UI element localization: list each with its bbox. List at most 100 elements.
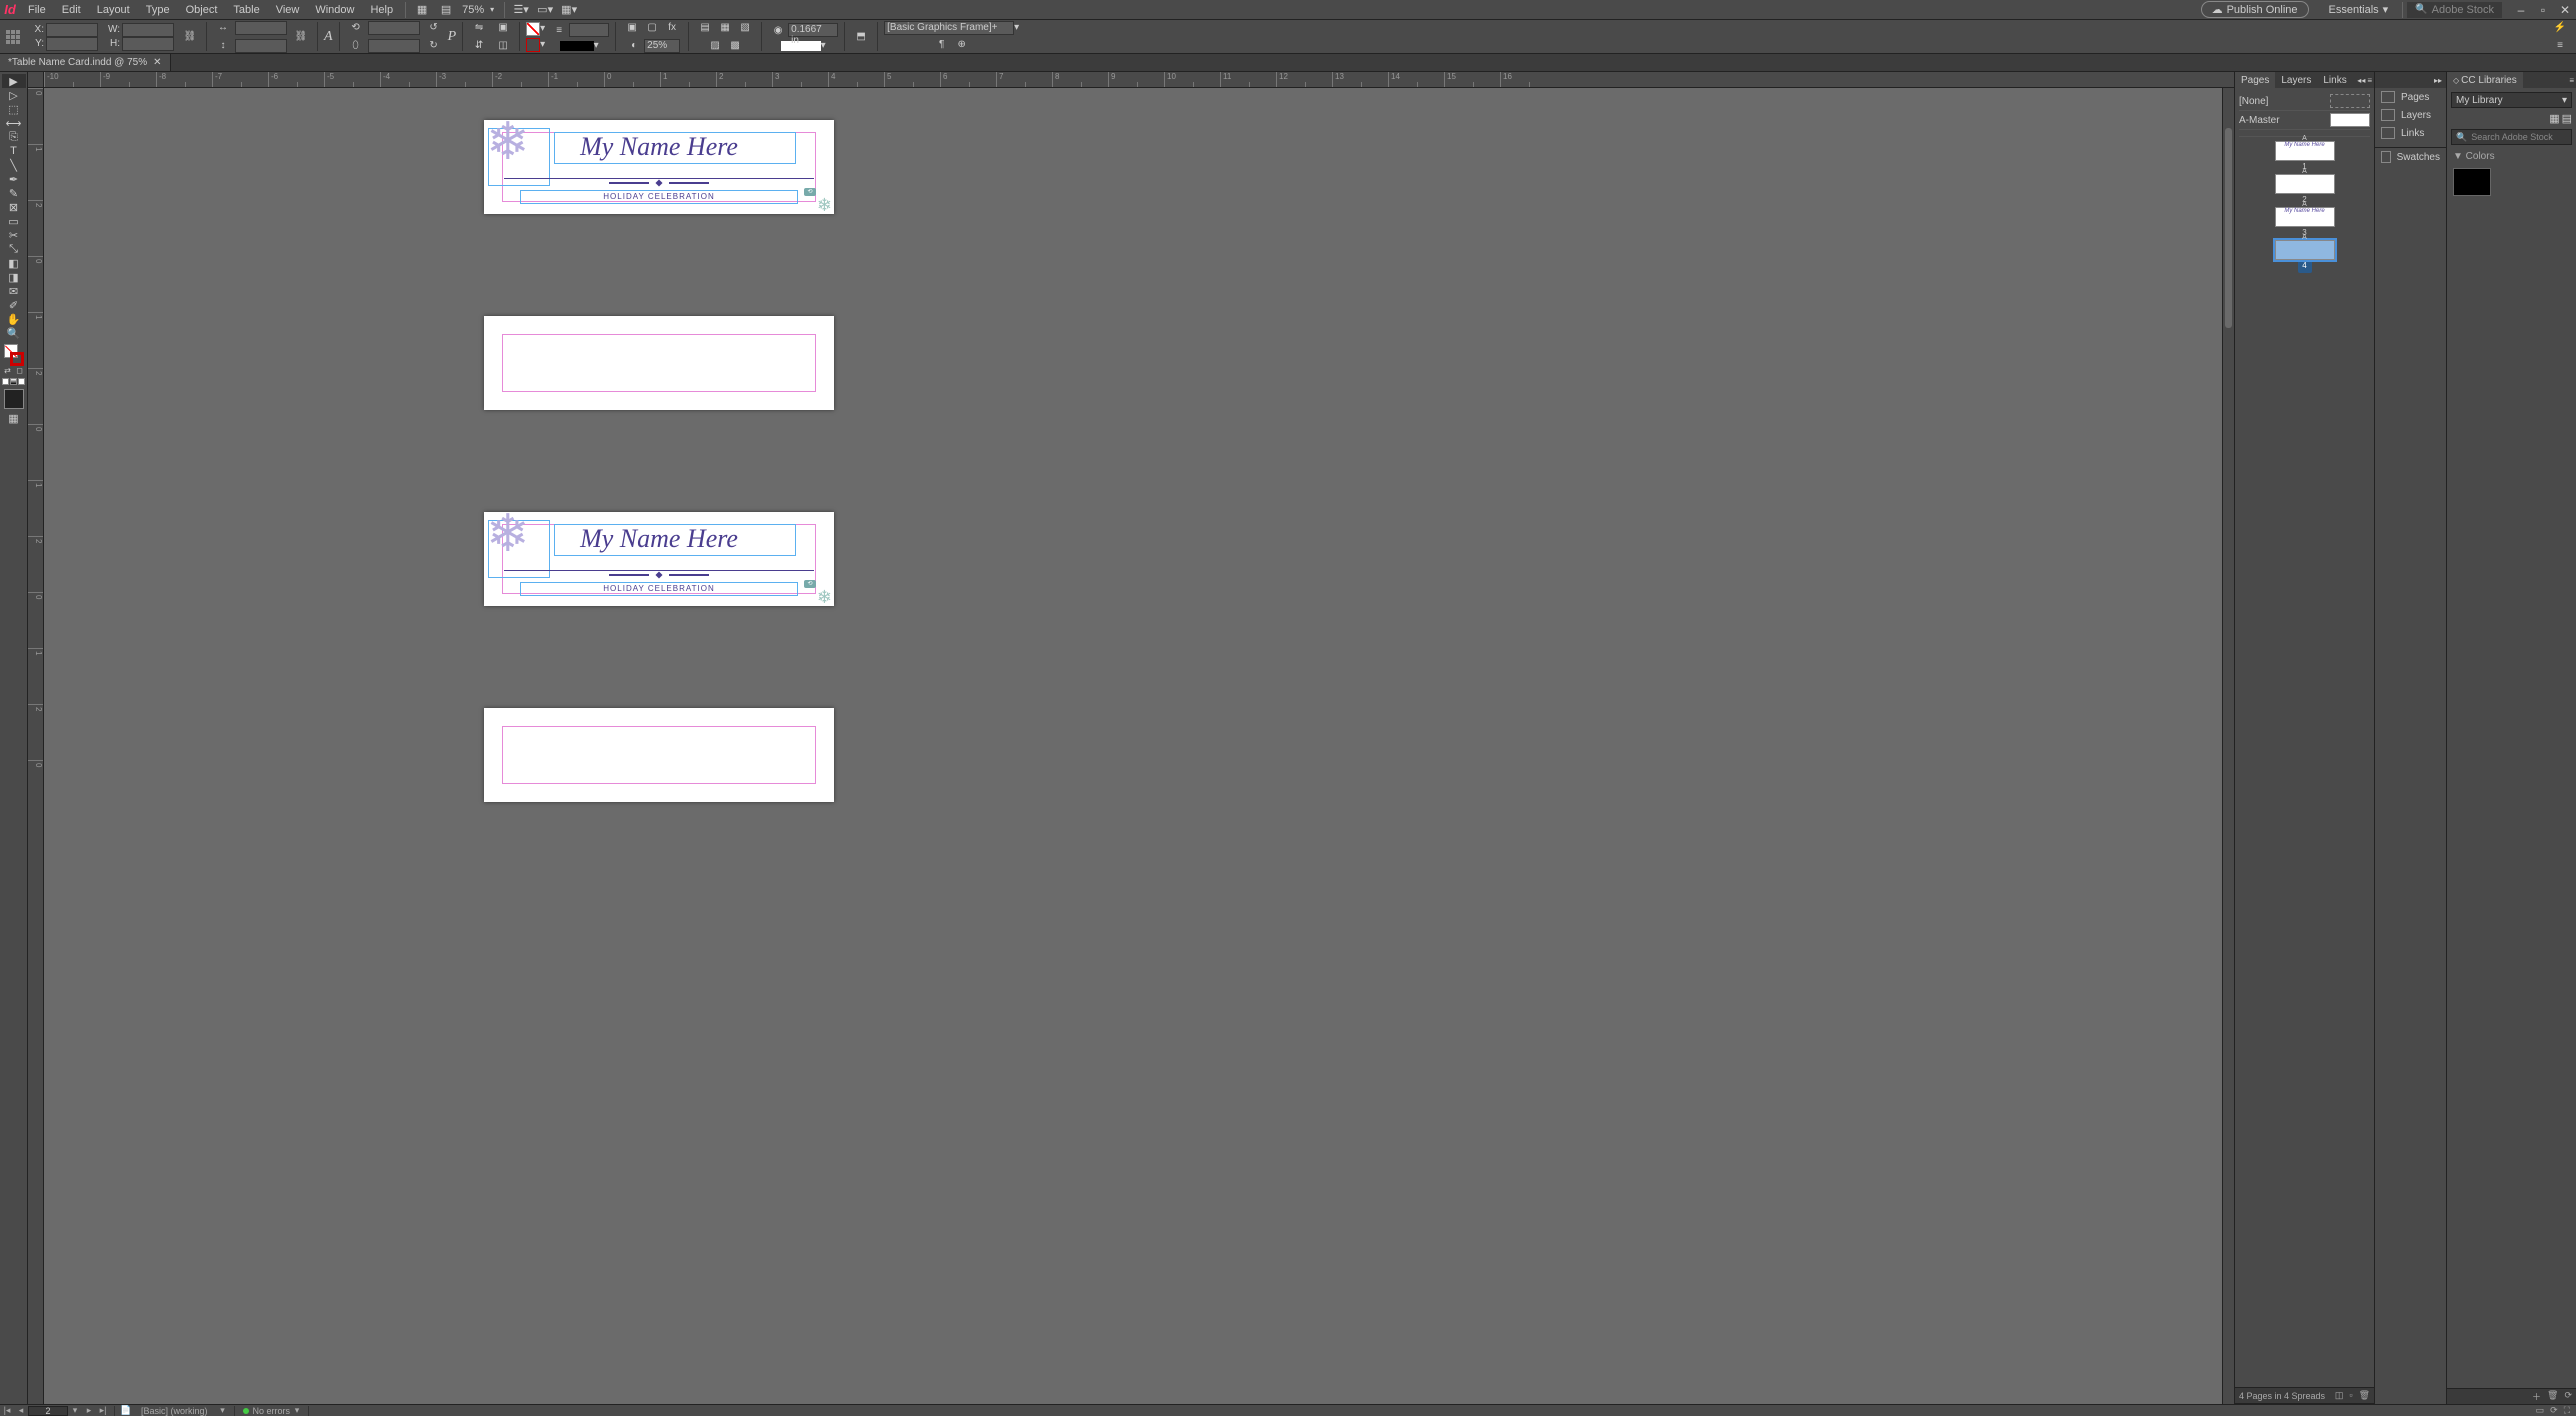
selection-tool[interactable]: ▶ bbox=[2, 74, 26, 88]
ruler-origin[interactable] bbox=[28, 72, 44, 88]
page-thumb-1[interactable]: AMy Name Here bbox=[2275, 141, 2335, 161]
screen-mode-icon[interactable]: ▭▾ bbox=[537, 2, 553, 18]
apply-color-row[interactable] bbox=[2, 378, 26, 385]
x-input[interactable] bbox=[46, 23, 98, 37]
menu-type[interactable]: Type bbox=[138, 4, 178, 16]
adobe-stock-search[interactable]: 🔍 Adobe Stock bbox=[2407, 2, 2502, 18]
panel-menu-icon[interactable]: ≡ bbox=[2367, 76, 2372, 85]
rectangle-frame-tool[interactable]: ⊠ bbox=[2, 200, 26, 214]
bridge-icon[interactable]: ▦ bbox=[414, 2, 430, 18]
type-tool[interactable]: T bbox=[2, 144, 26, 158]
stroke-style-dropdown-icon[interactable]: ▾ bbox=[594, 40, 599, 51]
menu-object[interactable]: Object bbox=[178, 4, 226, 16]
menu-layout[interactable]: Layout bbox=[89, 4, 138, 16]
close-button[interactable]: ✕ bbox=[2554, 3, 2576, 17]
arrange-docs-icon[interactable]: ▦▾ bbox=[561, 2, 577, 18]
minimize-button[interactable]: ‒ bbox=[2510, 3, 2532, 17]
opacity-input[interactable]: 25% bbox=[644, 39, 680, 53]
link-badge-icon[interactable]: ⟲ bbox=[804, 580, 816, 588]
rotate-cw-icon[interactable]: ↻ bbox=[426, 38, 442, 54]
line-tool[interactable]: ╲ bbox=[2, 158, 26, 172]
gradient-swatch-tool[interactable]: ◧ bbox=[2, 256, 26, 270]
scale-y-input[interactable] bbox=[235, 39, 287, 53]
zoom-level[interactable]: 75% bbox=[458, 4, 488, 16]
canvas[interactable]: -10-9-8-7-6-5-4-3-2-10123456789101112131… bbox=[28, 72, 2234, 1404]
wrap-jump-icon[interactable]: ▨ bbox=[707, 38, 723, 54]
align-top-icon[interactable]: ⬒ bbox=[853, 29, 869, 45]
menu-help[interactable]: Help bbox=[362, 4, 401, 16]
collapsed-layers[interactable]: Layers bbox=[2375, 106, 2446, 124]
status-cloud-icon[interactable]: ⟳ bbox=[2550, 1405, 2558, 1416]
collapsed-pages[interactable]: Pages bbox=[2375, 88, 2446, 106]
object-style-select[interactable]: [Basic Graphics Frame]+ bbox=[884, 21, 1014, 35]
link-badge-icon[interactable]: ⟲ bbox=[804, 188, 816, 196]
wrap-none-icon[interactable]: ▤ bbox=[697, 20, 713, 36]
horizontal-ruler[interactable]: -10-9-8-7-6-5-4-3-2-10123456789101112131… bbox=[44, 72, 2234, 88]
wrap-shape-icon[interactable]: ▧ bbox=[737, 20, 753, 36]
fill-dropdown-icon[interactable]: ▾ bbox=[540, 23, 545, 34]
rotate-input[interactable] bbox=[368, 21, 420, 35]
corner-dropdown-icon[interactable]: ▾ bbox=[821, 40, 826, 51]
eyedropper-tool[interactable]: ✐ bbox=[2, 298, 26, 312]
delete-page-icon[interactable]: 🗑 bbox=[2359, 1390, 2370, 1401]
new-page-icon[interactable]: ▫ bbox=[2349, 1390, 2352, 1401]
rotate-ccw-icon[interactable]: ↺ bbox=[426, 20, 442, 36]
new-style-icon[interactable]: ⊕ bbox=[954, 37, 970, 53]
swap-default-icons[interactable]: ⇄◻ bbox=[2, 366, 26, 376]
fit-frame-icon[interactable]: ▢ bbox=[644, 20, 660, 36]
tab-links[interactable]: Links bbox=[2317, 72, 2352, 88]
page-3[interactable]: ❄ My Name Here HOLIDAY CELEBRATION ❄ ⟲ bbox=[484, 512, 834, 606]
vertical-ruler[interactable]: 0120120120120 bbox=[28, 88, 44, 1404]
y-input[interactable] bbox=[46, 37, 98, 51]
vertical-scrollbar[interactable] bbox=[2222, 88, 2234, 1404]
scissors-tool[interactable]: ✂ bbox=[2, 228, 26, 242]
wrap-next-icon[interactable]: ▩ bbox=[727, 38, 743, 54]
page-thumb-3[interactable]: AMy Name Here bbox=[2275, 207, 2335, 227]
stroke-swatch[interactable] bbox=[526, 38, 540, 52]
workspace-switcher[interactable]: Essentials ▾ bbox=[2319, 3, 2399, 16]
rectangle-tool[interactable]: ▭ bbox=[2, 214, 26, 228]
fill-swatch[interactable] bbox=[526, 22, 540, 36]
pen-tool[interactable]: ✒ bbox=[2, 172, 26, 186]
select-container-icon[interactable]: ▣ bbox=[495, 20, 511, 36]
preset-dropdown-icon[interactable]: ▾ bbox=[216, 1405, 230, 1416]
zoom-dropdown-icon[interactable]: ▾ bbox=[488, 5, 500, 14]
flip-v-icon[interactable]: ⇵ bbox=[471, 38, 487, 54]
open-dropdown-icon[interactable]: 📄 bbox=[119, 1405, 133, 1416]
direct-selection-tool[interactable]: ▷ bbox=[2, 88, 26, 102]
fit-content-icon[interactable]: ▣ bbox=[624, 20, 640, 36]
tab-pages[interactable]: Pages bbox=[2235, 72, 2275, 88]
view-options-icon[interactable]: ☰▾ bbox=[513, 2, 529, 18]
collapsed-swatches[interactable]: Swatches bbox=[2375, 148, 2446, 166]
menu-edit[interactable]: Edit bbox=[54, 4, 89, 16]
edit-page-size-icon[interactable]: ◫ bbox=[2335, 1390, 2344, 1401]
shear-input[interactable] bbox=[368, 39, 420, 53]
pasteboard[interactable]: ❄ My Name Here HOLIDAY CELEBRATION ❄ ⟲ ❄ bbox=[44, 88, 2234, 1404]
lib-add-icon[interactable]: ＋ bbox=[2532, 1390, 2541, 1403]
prev-page-button[interactable]: ◂ bbox=[14, 1405, 28, 1416]
collapse-icon[interactable]: ◂◂ bbox=[2357, 76, 2365, 85]
preflight-profile[interactable]: [Basic] (working) bbox=[133, 1406, 216, 1416]
menu-window[interactable]: Window bbox=[307, 4, 362, 16]
restore-button[interactable]: ▫ bbox=[2532, 3, 2554, 17]
wrap-bounding-icon[interactable]: ▦ bbox=[717, 20, 733, 36]
errors-dropdown-icon[interactable]: ▾ bbox=[290, 1405, 304, 1416]
lib-trash-icon[interactable]: 🗑 bbox=[2547, 1390, 2558, 1403]
corner-icon[interactable]: ◉ bbox=[770, 22, 786, 38]
page-2[interactable] bbox=[484, 316, 834, 410]
menu-table[interactable]: Table bbox=[225, 4, 267, 16]
tab-layers[interactable]: Layers bbox=[2275, 72, 2317, 88]
status-fullscreen-icon[interactable]: ⛶ bbox=[2564, 1405, 2570, 1416]
note-tool[interactable]: ✉ bbox=[2, 284, 26, 298]
auto-fit-icon[interactable]: fx bbox=[664, 20, 680, 36]
constrain-scale-icon[interactable]: ⛓ bbox=[293, 29, 309, 45]
library-color-swatch[interactable] bbox=[2453, 168, 2491, 196]
master-none[interactable]: [None] bbox=[2239, 92, 2370, 111]
page-tool[interactable]: ⬚ bbox=[2, 102, 26, 116]
close-tab-icon[interactable]: ✕ bbox=[153, 57, 161, 68]
expand-icon[interactable]: ▸▸ bbox=[2430, 76, 2446, 85]
lib-view-grid-icon[interactable]: ▤ bbox=[2562, 112, 2572, 125]
select-content-icon[interactable]: ◫ bbox=[495, 38, 511, 54]
constrain-wh-icon[interactable]: ⛓ bbox=[182, 29, 198, 45]
stroke-dropdown-icon[interactable]: ▾ bbox=[540, 39, 545, 50]
